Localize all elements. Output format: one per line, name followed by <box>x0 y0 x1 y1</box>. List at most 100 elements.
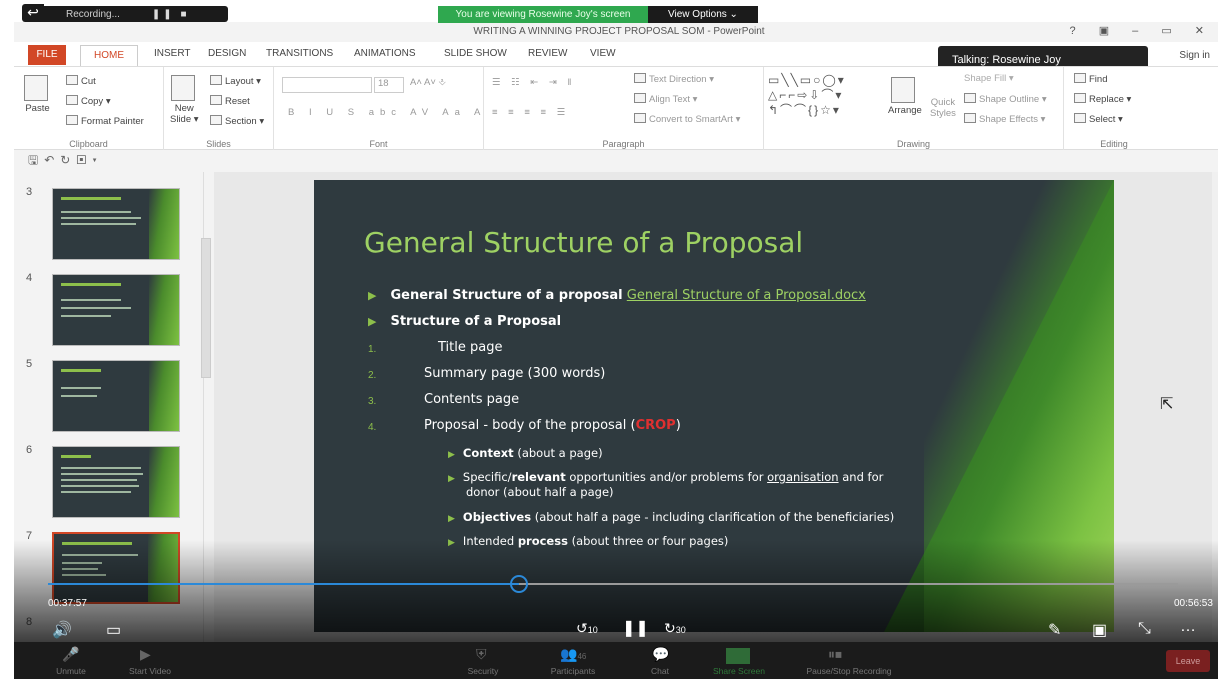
save-icon[interactable]: 🖫 <box>28 153 44 167</box>
paste-icon <box>24 75 48 101</box>
participants-icon[interactable]: 👥46 <box>560 646 586 663</box>
tab-design[interactable]: DESIGN <box>208 48 246 59</box>
start-video-button[interactable]: Start Video <box>120 666 180 676</box>
font-label: Font <box>369 139 388 149</box>
shapes-gallery[interactable]: ▭╲╲▭○◯▾ △⌐⌐⇨⇩⌒▾ ↰⌒⌒{}☆▾ <box>768 73 880 119</box>
find-button[interactable]: Find <box>1074 73 1107 85</box>
drawing-group: ▭╲╲▭○◯▾ △⌐⌐⇨⇩⌒▾ ↰⌒⌒{}☆▾ Arrange Quick Style… <box>764 67 1064 151</box>
list-icons[interactable]: ☰ ☷ ⇤ ⇥ ‖ <box>492 77 575 88</box>
thumbnail-slide-3[interactable]: 3 <box>14 178 204 262</box>
convert-smartart-button[interactable]: Convert to SmartArt ▾ <box>634 113 740 125</box>
skip-forward-icon[interactable]: ↻30 <box>664 620 686 637</box>
progress-bar[interactable] <box>48 583 1178 585</box>
undo-icon[interactable]: ↶ <box>44 153 60 167</box>
thumbnail-slide-5[interactable]: 5 <box>14 350 204 434</box>
sign-in-link[interactable]: Sign in <box>1179 50 1210 61</box>
tab-animations[interactable]: ANIMATIONS <box>354 48 415 59</box>
progress-knob[interactable] <box>510 575 529 593</box>
zoom-top-bar: ↩ Recording... ❚❚ ■ You are viewing Rose… <box>14 0 1218 23</box>
share-screen-button[interactable]: Share Screen <box>704 666 774 676</box>
shape-outline-button[interactable]: Shape Outline ▾ <box>964 93 1047 105</box>
pause-icon[interactable]: ❚❚ ■ <box>152 9 190 20</box>
proposal-docx-link[interactable]: General Structure of a Proposal.docx <box>627 288 866 303</box>
font-format-icons[interactable]: B I U S abc AV Aa A <box>288 107 486 118</box>
item-number: 4. <box>368 422 377 433</box>
binoculars-icon <box>1074 73 1086 83</box>
shape-effects-button[interactable]: Shape Effects ▾ <box>964 113 1045 125</box>
shield-icon[interactable]: ⛨ <box>476 646 487 663</box>
layout-icon <box>210 75 222 85</box>
participants-button[interactable]: Participants <box>538 666 608 676</box>
window-title: WRITING A WINNING PROJECT PROPOSAL SOM -… <box>473 26 765 37</box>
thumbnail-slide-6[interactable]: 6 <box>14 436 204 520</box>
arrange-icon <box>891 77 916 103</box>
editing-group: Find Replace ▾ Select ▾ Editing <box>1064 67 1164 151</box>
recording-indicator: Recording... ❚❚ ■ <box>38 6 228 22</box>
align-icons[interactable]: ≡ ≡ ≡ ≡ ☰ <box>492 107 569 118</box>
zoom-bottom-bar: 🎤 Unmute ▶ Start Video ⛨ Security 👥46 Pa… <box>14 642 1218 679</box>
clipboard-group: Paste Cut Copy ▾ Format Painter Clipboar… <box>14 67 164 151</box>
viewing-banner: You are viewing Rosewine Joy's screen <box>438 6 648 23</box>
pip-icon[interactable]: ▣ <box>1092 620 1107 640</box>
reset-icon <box>210 95 222 105</box>
select-button[interactable]: Select ▾ <box>1074 113 1123 125</box>
video-camera-icon[interactable]: ▶ <box>140 646 151 663</box>
volume-icon[interactable]: 🔊 <box>52 620 72 640</box>
replace-button[interactable]: Replace ▾ <box>1074 93 1131 105</box>
chat-button[interactable]: Chat <box>640 666 680 676</box>
pause-stop-recording-button[interactable]: Pause/Stop Recording <box>794 666 904 676</box>
text-direction-button[interactable]: Text Direction ▾ <box>634 73 714 85</box>
exit-fullscreen-icon[interactable]: ⤡ <box>1138 620 1151 638</box>
redo-icon[interactable]: ↻ <box>60 153 76 167</box>
text-direction-icon <box>634 73 646 83</box>
window-controls[interactable]: ? ▣ – ▭ ✕ <box>1070 24 1214 37</box>
tab-home[interactable]: HOME <box>80 45 138 66</box>
font-name-select[interactable] <box>282 77 372 93</box>
unmute-button[interactable]: Unmute <box>46 666 96 676</box>
pause-recording-icon[interactable]: ⏸⏹ <box>828 646 842 663</box>
arrange-button[interactable]: Arrange <box>888 77 922 116</box>
tab-insert[interactable]: INSERT <box>154 48 191 59</box>
captions-icon[interactable]: ▭ <box>106 620 121 640</box>
thumbnail-number: 4 <box>26 272 33 284</box>
quick-styles-button[interactable]: Quick Styles <box>930 97 956 119</box>
microphone-icon[interactable]: 🎤 <box>62 646 79 663</box>
mouse-cursor-icon: ⇱ <box>1160 396 1174 413</box>
font-size-select[interactable]: 18 <box>374 77 404 93</box>
align-text-button[interactable]: Align Text ▾ <box>634 93 697 105</box>
more-options-icon[interactable]: … <box>1180 618 1196 636</box>
leave-button[interactable]: Leave <box>1166 650 1210 672</box>
pencil-icon[interactable]: ✎ <box>1048 620 1061 640</box>
view-options-button[interactable]: View Options ⌄ <box>648 6 758 23</box>
format-painter-button[interactable]: Format Painter <box>66 115 144 127</box>
thumbnail-number: 3 <box>26 186 33 198</box>
reset-button[interactable]: Reset <box>210 95 250 107</box>
skip-back-icon[interactable]: ↺10 <box>576 620 598 637</box>
layout-button[interactable]: Layout ▾ <box>210 75 261 87</box>
clipboard-label: Clipboard <box>69 139 108 149</box>
copy-button[interactable]: Copy ▾ <box>66 95 111 107</box>
new-slide-button[interactable]: New Slide ▾ <box>170 75 199 125</box>
tab-review[interactable]: REVIEW <box>528 48 567 59</box>
sub-bullet-objectives: ▶ Objectives (about half a page - includi… <box>448 510 895 524</box>
chat-icon[interactable]: 💬 <box>652 646 669 663</box>
section-button[interactable]: Section ▾ <box>210 115 264 127</box>
thumbnail-slide-4[interactable]: 4 <box>14 264 204 348</box>
thumbnail-number: 6 <box>26 444 33 456</box>
grow-font-icon[interactable]: A˄ A˅ ⎀ <box>410 77 446 88</box>
start-from-beginning-icon[interactable]: ▣ <box>76 153 92 167</box>
pause-icon[interactable]: ❚❚ <box>622 618 649 638</box>
tab-view[interactable]: VIEW <box>590 48 616 59</box>
customize-qat-icon[interactable]: ▾ <box>92 153 102 167</box>
tab-slide-show[interactable]: SLIDE SHOW <box>444 48 507 59</box>
paste-button[interactable]: Paste <box>24 75 51 114</box>
security-button[interactable]: Security <box>458 666 508 676</box>
brush-icon <box>66 115 78 125</box>
tab-transitions[interactable]: TRANSITIONS <box>266 48 333 59</box>
tab-file[interactable]: FILE <box>28 45 66 65</box>
quick-access-toolbar[interactable]: 🖫↶↻▣▾ <box>14 150 1218 172</box>
cut-button[interactable]: Cut <box>66 75 96 87</box>
item-proposal-body: Proposal - body of the proposal (CROP) <box>424 418 681 433</box>
share-screen-icon[interactable] <box>726 648 750 664</box>
shape-fill-button[interactable]: Shape Fill ▾ <box>964 73 1014 84</box>
